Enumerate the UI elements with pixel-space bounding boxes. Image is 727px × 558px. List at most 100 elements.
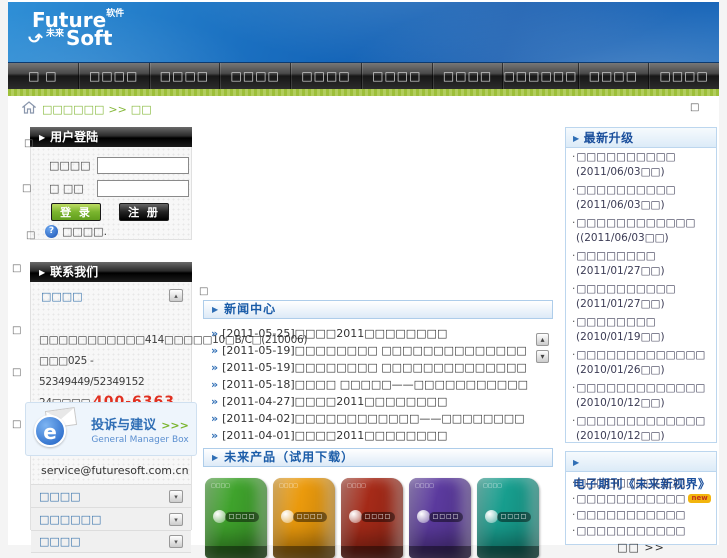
news-date: [2011-05-25] [222,326,295,340]
upgrade-name: □□□□□□□□ [572,316,656,328]
news-date: [2011-05-19] [222,360,295,374]
news-date: [2011-04-27] [222,394,295,408]
panel-arrow-icon: ▶ [573,134,580,143]
username-row: □□□□ [49,157,189,174]
branch-accordion-1[interactable]: □□□□□□ ▾ [31,507,191,530]
logo-line1-cn: 软件 [106,9,125,19]
nav-item-5[interactable]: □□□□ [360,63,432,89]
upgrade-name: □□□□□□□□□□ [572,184,676,196]
products-section-title: 未来产品（试用下载） [224,450,355,464]
upgrade-date: (2011/01/27□□) [576,265,665,277]
breadcrumb-current: □□ [130,102,152,116]
news-item-5[interactable]: » [2011-04-02] □□□□□□□□□□□□——□□□□□□□□ [211,410,525,426]
news-title: □□□□ □□□□□——□□□□□□□□□□□ [294,377,528,391]
upgrade-item-3[interactable]: □□□□□□□□ (2011/01/27□□) [566,247,716,280]
box-bottom-band [341,546,403,558]
news-item-0[interactable]: » [2011-05-25] □□□□2011□□□□□□□□ [211,325,447,341]
service-email[interactable]: service@futuresoft.com.cn [41,464,189,477]
news-scroll-down-button[interactable]: ▾ [536,350,549,363]
chevron-down-icon[interactable]: ▾ [169,489,183,503]
news-item-1[interactable]: » [2011-05-19] □□□□□□□□ □□□□□□□□□□□□□□ [211,342,527,358]
register-button[interactable]: 注 册 [119,203,169,221]
futuresoft-logo[interactable]: ↷ Future软件 未来 Soft [28,9,125,49]
journal-more-link[interactable]: □□ >> [566,541,716,554]
journal-item-2[interactable]: □□□□□□□□□□□ [566,507,716,523]
accordion-label: □□□□ [39,489,81,503]
journal-item-3[interactable]: □□□□□□□□□□□ [566,523,716,539]
upgrade-name: □□□□□□□□□□□□□ [572,349,705,361]
product-box-3[interactable]: □□□□ □□□□ [409,478,471,558]
upgrade-date: (2011/06/03□□) [576,199,665,211]
journal-item-1[interactable]: □□□□□□□□□□□new [566,491,716,507]
product-brand-label: □□□□ [483,483,502,489]
box-bottom-band [477,546,539,558]
nav-item-3[interactable]: □□□□ [219,63,290,89]
collapse-up-button[interactable]: ▴ [169,289,183,302]
nav-item-9[interactable]: □□□□ [648,63,719,89]
product-box-4[interactable]: □□□□ □□□□ [477,478,539,558]
news-item-4[interactable]: » [2011-04-27] □□□□2011□□□□□□□□ [211,393,447,409]
nav-item-2[interactable]: □□□□ [148,63,220,89]
news-scroll-up-button[interactable]: ▴ [536,333,549,346]
upgrade-name: □□□□□□□□□□□□□ [572,382,705,394]
breadcrumb-path[interactable]: □□□□□□ [42,103,104,116]
upgrade-item-2[interactable]: □□□□□□□□□□□□ ((2011/06/03□□) [566,214,716,247]
panel-arrow-icon: ▶ [573,458,580,467]
upgrade-item-5[interactable]: □□□□□□□□ (2010/01/19□□) [566,313,716,346]
news-date: [2011-05-18] [222,377,295,391]
login-panel-header: ▶ 用户登陆 [30,127,192,147]
complaint-banner[interactable]: e 投诉与建议 >>> General Manager Box [25,402,197,456]
section-arrow-icon: ▶ [212,453,220,462]
login-panel-body: □□□□ □ □□ 登 录 注 册 ? □□□□. [30,147,192,240]
nav-item-6[interactable]: □□□□ [431,63,503,89]
username-input[interactable] [97,157,189,174]
stray-glyph: □ [26,230,36,241]
upgrade-item-0[interactable]: □□□□□□□□□□ (2011/06/03□□) [566,148,716,181]
news-bullet-icon: » [211,343,219,357]
upgrade-item-6[interactable]: □□□□□□□□□□□□□ (2010/01/26□□) [566,346,716,379]
password-row: □ □□ [49,180,189,197]
chevron-down-icon[interactable]: ▾ [169,535,183,548]
product-box-1[interactable]: □□□□ □□□□ [273,478,335,558]
login-button[interactable]: 登 录 [51,203,101,221]
upgrade-item-7[interactable]: □□□□□□□□□□□□□ (2010/10/12□□) [566,379,716,412]
news-item-3[interactable]: » [2011-05-18] □□□□ □□□□□——□□□□□□□□□□□ [211,376,528,392]
news-item-2[interactable]: » [2011-05-19] □□□□□□□□ □□□□□□□□□□□□□□ [211,359,527,375]
forgot-password-row[interactable]: ? □□□□. [45,225,107,238]
password-input[interactable] [97,180,189,197]
chevron-down-icon[interactable]: ▾ [169,512,183,526]
stray-glyph: □ [24,138,34,149]
section-arrow-icon: ▶ [212,305,220,314]
home-icon[interactable] [21,101,37,117]
nav-item-4[interactable]: □□□□ [290,63,361,89]
product-box-0[interactable]: □□□□ □□□□ [205,478,267,558]
upgrade-date: (2011/06/03□□) [576,166,665,178]
upgrade-item-4[interactable]: □□□□□□□□□□ (2011/01/27□□) [566,280,716,313]
product-name-label: □□□□ [361,512,395,522]
breadcrumb-separator: >> [108,102,127,116]
upgrade-date: ((2011/06/03□□) [576,232,669,244]
nav-item-0[interactable]: □ □ [8,63,78,89]
contact-branch-link[interactable]: □□□□ [41,290,83,303]
stray-glyph: □ [12,367,22,378]
panel-arrow-icon: ▶ [39,133,46,142]
banner-text: 投诉与建议 >>> General Manager Box [84,414,196,445]
branch-accordion-0[interactable]: □□□□ ▾ [31,484,191,507]
contact-panel-header: ▶ 联系我们 [30,262,192,282]
upgrade-item-1[interactable]: □□□□□□□□□□ (2011/06/03□□) [566,181,716,214]
branch-accordion-2[interactable]: □□□□ ▾ [31,530,191,553]
upgrade-date: (2010/01/19□□) [576,331,665,343]
nav-item-7[interactable]: □□□□□□ [502,63,577,89]
nav-item-1[interactable]: □□□□ [77,63,149,89]
product-box-2[interactable]: □□□□ □□□□ [341,478,403,558]
product-brand-label: □□□□ [415,483,434,489]
stray-glyph: □ [12,263,22,274]
stray-glyph: □ [199,286,209,297]
upgrade-item-8[interactable]: □□□□□□□□□□□□□ (2010/10/12□□) [566,412,716,445]
forgot-password-link[interactable]: □□□□. [62,225,107,238]
nav-item-8[interactable]: □□□□ [577,63,649,89]
news-section-title: 新闻中心 [224,302,277,316]
box-bottom-band [205,546,267,558]
box-bottom-band [409,546,471,558]
news-item-6[interactable]: » [2011-04-01] □□□□2011□□□□□□□□ [211,427,447,443]
